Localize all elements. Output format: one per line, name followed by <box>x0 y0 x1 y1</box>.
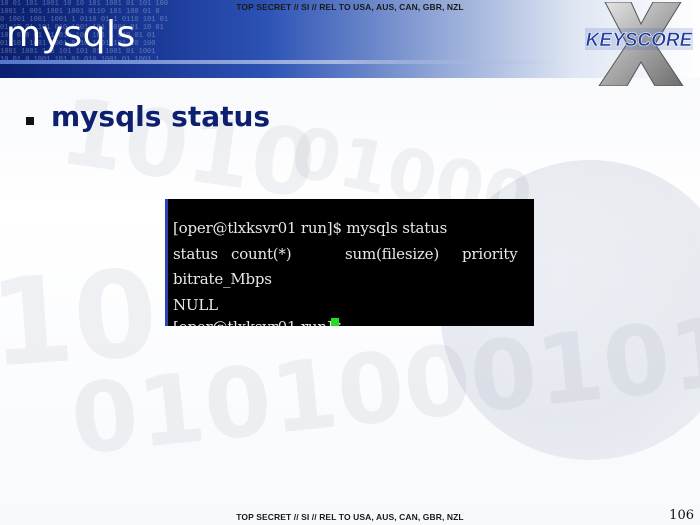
page-number: 106 <box>669 508 694 523</box>
slide: 1010 01000 10 0101000101 10 01 101 1001 … <box>0 0 700 525</box>
keyscore-logo: KEYSCORE <box>585 2 694 86</box>
terminal-command-line: [oper@tlxksvr01 run]$ mysqls status <box>173 219 448 237</box>
terminal-result-row: NULL <box>173 296 218 314</box>
classification-banner-bottom: TOP SECRET // SI // REL TO USA, AUS, CAN… <box>236 512 464 522</box>
column-header-priority: priority <box>462 245 518 263</box>
terminal-cursor <box>331 318 339 326</box>
terminal-header-continued: bitrate_Mbps <box>173 270 272 288</box>
logo-text: KEYSCORE <box>586 30 694 51</box>
bullet-text: mysqls status <box>51 100 271 133</box>
header-underline <box>0 60 560 64</box>
bullet-marker <box>26 117 34 125</box>
terminal-prompt-line: [oper@tlxksvr01 run]$ <box>173 318 346 326</box>
column-header-sum-filesize: sum(filesize) <box>345 245 439 263</box>
column-header-status: status <box>173 245 218 263</box>
terminal-window: [oper@tlxksvr01 run]$ mysqls status stat… <box>165 199 534 326</box>
column-header-count: count(*) <box>231 245 292 263</box>
slide-title: mysqls <box>6 14 136 55</box>
